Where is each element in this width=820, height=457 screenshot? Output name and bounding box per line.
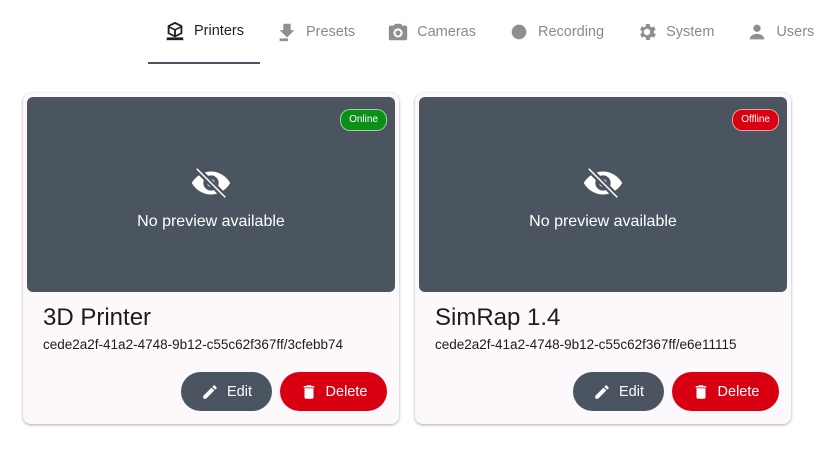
delete-label: Delete: [717, 383, 760, 400]
printer-name: 3D Printer: [43, 304, 152, 331]
preset-icon: [276, 21, 298, 43]
delete-button[interactable]: Delete: [672, 372, 779, 411]
tab-presets[interactable]: Presets: [260, 0, 371, 64]
printer-uid: cede2a2f-41a2-4748-9b12-c55c62f367ff/e6e…: [435, 337, 737, 352]
delete-label: Delete: [325, 383, 368, 400]
edit-button[interactable]: Edit: [573, 372, 664, 411]
tab-printers[interactable]: Printers: [148, 0, 260, 64]
tab-cameras[interactable]: Cameras: [371, 0, 492, 64]
printer-icon: [164, 20, 186, 42]
tab-recording[interactable]: Recording: [492, 0, 620, 64]
camera-icon: [387, 21, 409, 43]
edit-button[interactable]: Edit: [181, 372, 272, 411]
nav-tabs: Printers Presets Cameras Recording Syste…: [148, 0, 820, 64]
tab-label: Recording: [537, 24, 605, 40]
user-icon: [746, 21, 768, 43]
preview-area: Offline No preview available: [419, 97, 787, 292]
gear-icon: [636, 21, 658, 43]
tab-label: Presets: [305, 24, 356, 40]
no-preview-text: No preview available: [529, 213, 677, 230]
preview-area: Online No preview available: [27, 97, 395, 292]
tab-label: System: [666, 24, 715, 40]
edit-label: Edit: [619, 383, 644, 400]
tab-label: Cameras: [417, 24, 476, 40]
no-preview-text: No preview available: [137, 213, 285, 230]
printer-uid: cede2a2f-41a2-4748-9b12-c55c62f367ff/3cf…: [43, 337, 343, 352]
tab-system[interactable]: System: [620, 0, 730, 64]
printer-name: SimRap 1.4: [435, 304, 561, 331]
tab-users[interactable]: Users: [730, 0, 820, 64]
tab-label: Printers: [194, 23, 244, 39]
delete-button[interactable]: Delete: [280, 372, 387, 411]
printer-card: Online No preview available 3D Printer c…: [23, 93, 399, 424]
status-badge: Offline: [732, 109, 779, 131]
trash-icon: [695, 384, 706, 399]
status-badge: Online: [340, 109, 387, 131]
eye-off-icon: [580, 160, 626, 206]
pencil-icon: [203, 384, 217, 399]
tab-label: Users: [776, 24, 815, 40]
edit-label: Edit: [227, 383, 252, 400]
eye-off-icon: [188, 160, 234, 206]
trash-icon: [303, 384, 314, 399]
recording-icon: [508, 21, 530, 43]
printer-card: Offline No preview available SimRap 1.4 …: [415, 93, 791, 424]
pencil-icon: [595, 384, 609, 399]
